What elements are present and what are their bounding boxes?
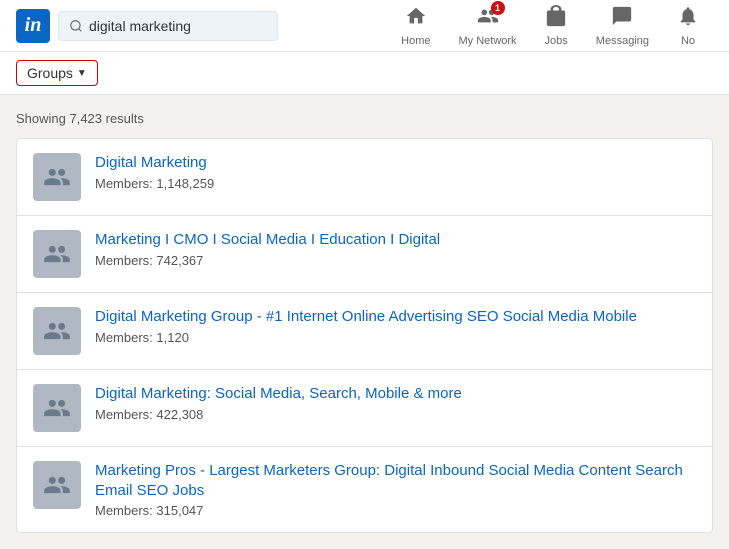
group-avatar: [33, 153, 81, 201]
result-members: Members: 1,148,259: [95, 176, 696, 191]
result-members: Members: 1,120: [95, 330, 696, 345]
group-avatar: [33, 230, 81, 278]
results-area: Showing 7,423 results Digital Marketing …: [0, 95, 729, 549]
result-info: Digital Marketing: Social Media, Search,…: [95, 384, 696, 422]
result-info: Digital Marketing Group - #1 Internet On…: [95, 307, 696, 345]
list-item: Marketing Pros - Largest Marketers Group…: [17, 447, 712, 532]
group-avatar: [33, 384, 81, 432]
group-avatar: [33, 307, 81, 355]
result-title[interactable]: Digital Marketing Group - #1 Internet On…: [95, 307, 696, 327]
search-bar: [58, 11, 278, 41]
result-title[interactable]: Digital Marketing: Social Media, Search,…: [95, 384, 696, 404]
linkedin-logo-text: in: [25, 14, 42, 37]
result-info: Marketing I CMO I Social Media I Educati…: [95, 230, 696, 268]
group-avatar: [33, 461, 81, 509]
result-title[interactable]: Marketing I CMO I Social Media I Educati…: [95, 230, 696, 250]
linkedin-logo[interactable]: in: [16, 9, 50, 43]
search-icon: [69, 19, 83, 33]
groups-filter-button[interactable]: Groups ▼: [16, 60, 98, 86]
jobs-icon: [545, 5, 567, 33]
list-item: Digital Marketing Members: 1,148,259: [17, 139, 712, 216]
result-members: Members: 742,367: [95, 253, 696, 268]
nav-label-network: My Network: [458, 35, 516, 47]
nav-label-notifications: No: [681, 35, 695, 47]
nav-item-home[interactable]: Home: [387, 0, 444, 53]
list-item: Digital Marketing: Social Media, Search,…: [17, 370, 712, 447]
nav-item-my-network[interactable]: 1 My Network: [444, 0, 530, 53]
list-item: Digital Marketing Group - #1 Internet On…: [17, 293, 712, 370]
result-title[interactable]: Marketing Pros - Largest Marketers Group…: [95, 461, 696, 500]
nav-label-messaging: Messaging: [596, 35, 649, 47]
result-title[interactable]: Digital Marketing: [95, 153, 696, 173]
home-icon: [405, 5, 427, 33]
chevron-down-icon: ▼: [77, 68, 87, 79]
results-count: Showing 7,423 results: [16, 111, 713, 126]
nav-item-messaging[interactable]: Messaging: [582, 0, 663, 53]
result-info: Digital Marketing Members: 1,148,259: [95, 153, 696, 191]
result-members: Members: 315,047: [95, 503, 696, 518]
navbar: in Home 1 My Network Jobs: [0, 0, 729, 52]
filter-label: Groups: [27, 65, 73, 81]
nav-items: Home 1 My Network Jobs Messaging: [387, 0, 713, 53]
results-card: Digital Marketing Members: 1,148,259 Mar…: [16, 138, 713, 533]
network-icon: 1: [477, 5, 499, 33]
notifications-icon: [677, 5, 699, 33]
result-info: Marketing Pros - Largest Marketers Group…: [95, 461, 696, 518]
list-item: Marketing I CMO I Social Media I Educati…: [17, 216, 712, 293]
nav-label-jobs: Jobs: [545, 35, 568, 47]
network-badge: 1: [491, 1, 505, 15]
nav-label-home: Home: [401, 35, 430, 47]
nav-item-jobs[interactable]: Jobs: [531, 0, 582, 53]
nav-item-notifications[interactable]: No: [663, 0, 713, 53]
search-input[interactable]: [89, 18, 267, 34]
filter-bar: Groups ▼: [0, 52, 729, 95]
result-members: Members: 422,308: [95, 407, 696, 422]
messaging-icon: [611, 5, 633, 33]
